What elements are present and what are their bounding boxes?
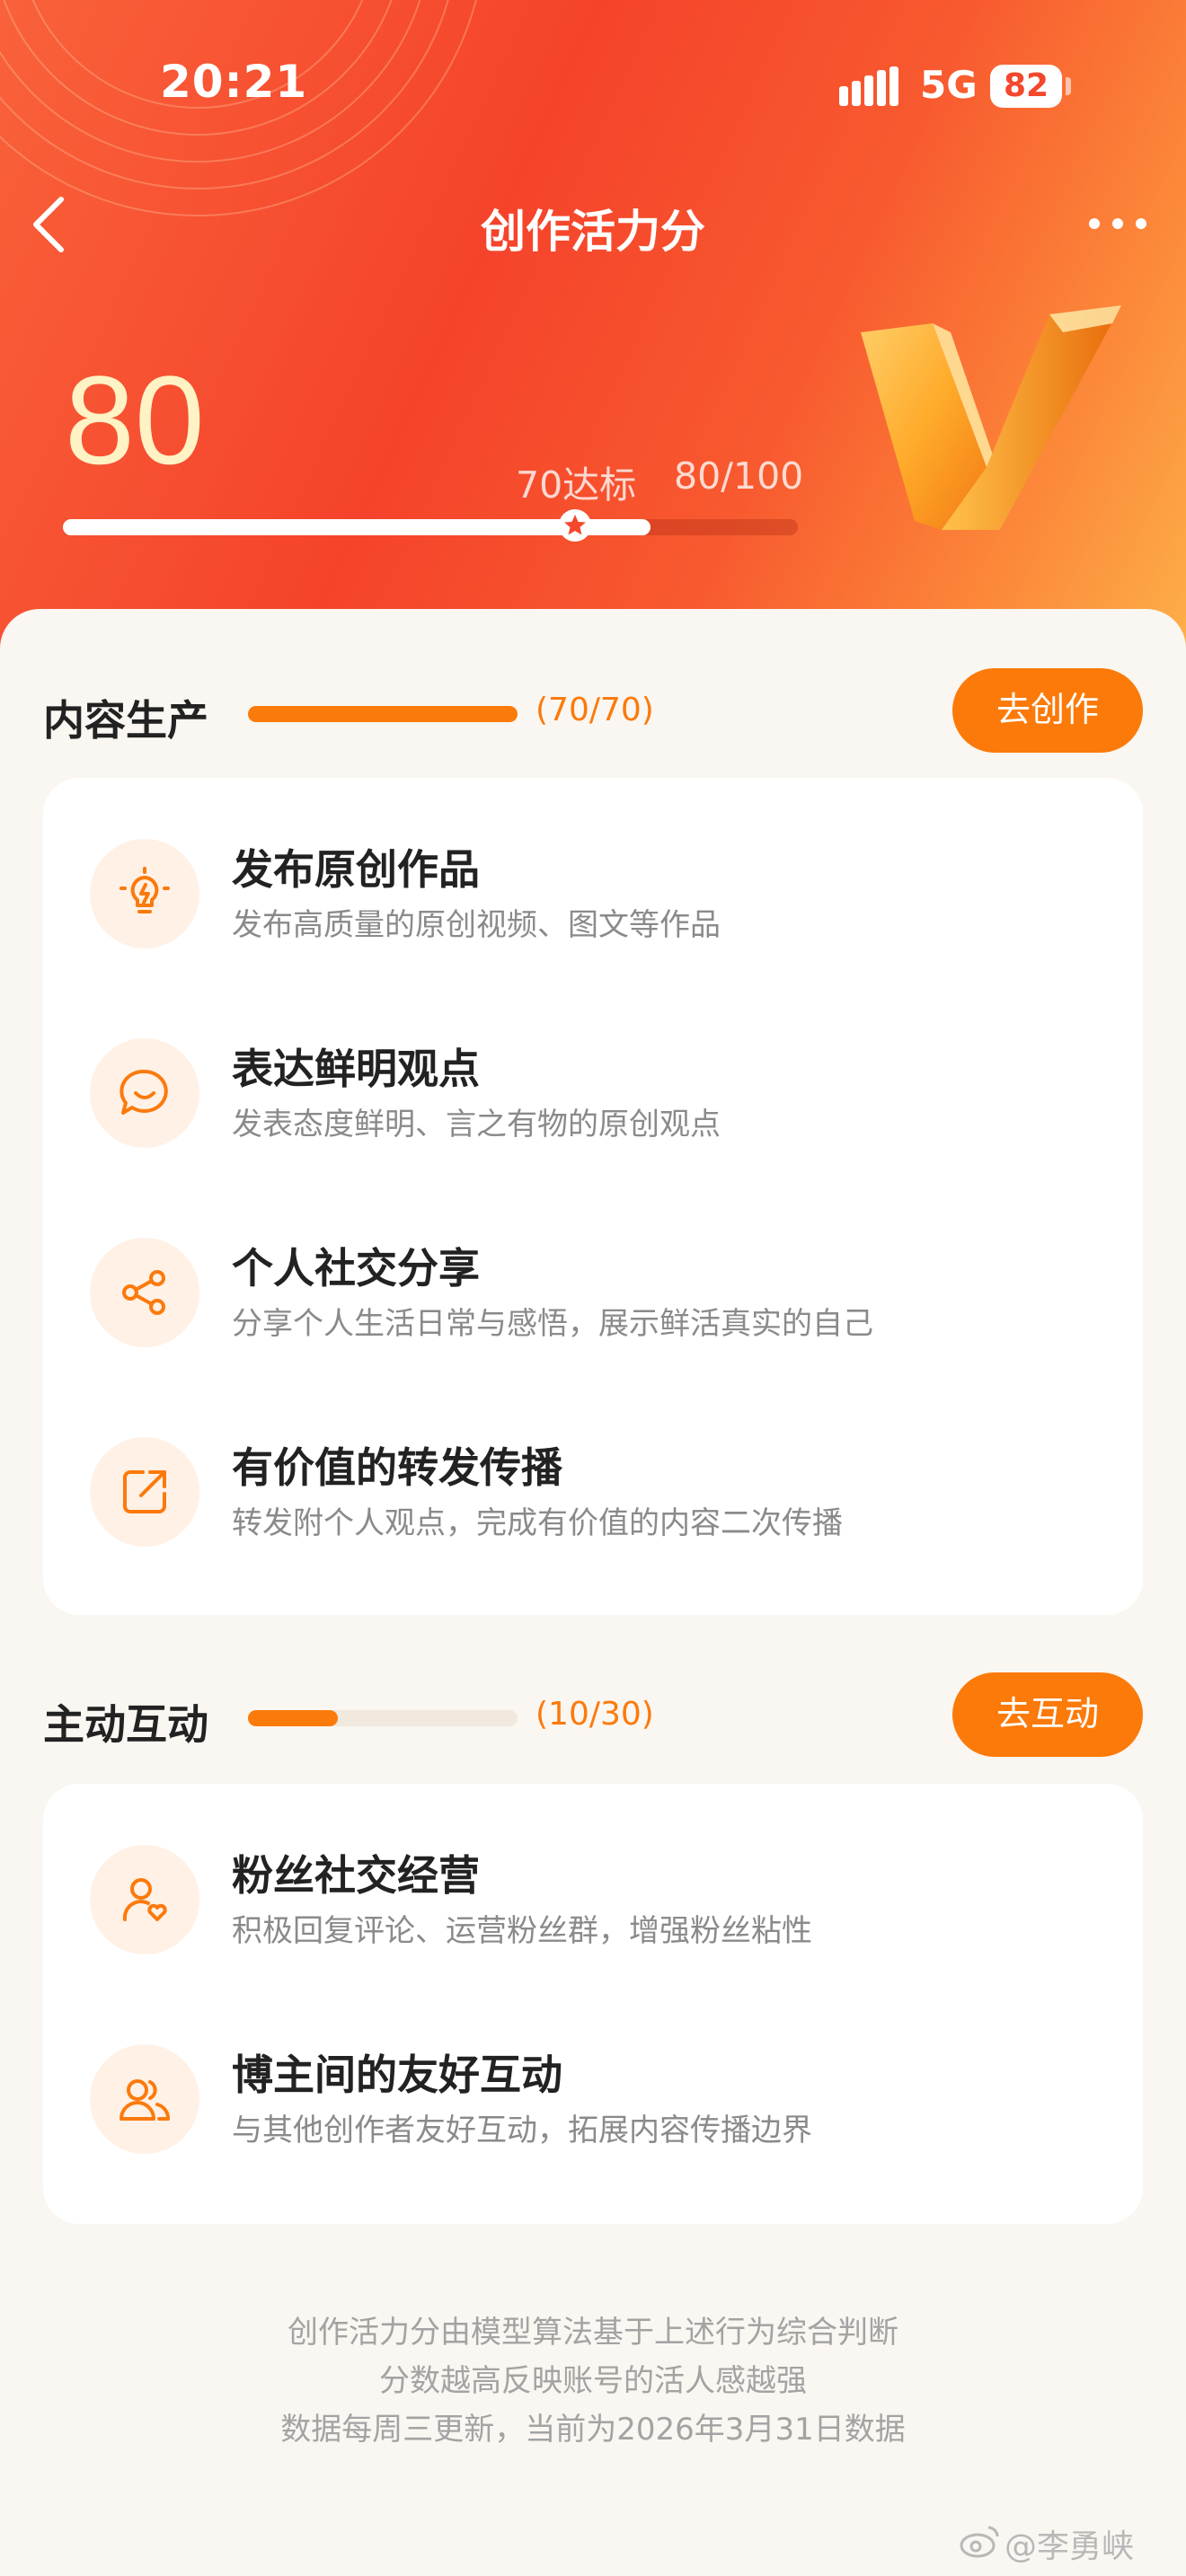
item-title: 发布原创作品 [232, 845, 480, 894]
item-description: 发布高质量的原创视频、图文等作品 [232, 907, 721, 943]
page-title: 创作活力分 [481, 206, 705, 258]
item-title: 博主间的友好互动 [232, 2051, 562, 2099]
item-description: 分享个人生活日常与感悟，展示鲜活真实的自己 [232, 1306, 873, 1342]
section-progress-fill [248, 706, 518, 722]
score-progress-bar [63, 519, 798, 535]
section-count: (70/70) [535, 692, 654, 728]
lightbulb-icon [90, 839, 199, 948]
item-title: 粉丝社交经营 [232, 1851, 480, 1900]
v-badge-icon [861, 305, 1121, 530]
standard-label: 70达标 [516, 463, 637, 507]
item-description: 发表态度鲜明、言之有物的原创观点 [232, 1107, 721, 1142]
section-header-active-interaction: 主动互动 (10/30) 去互动 [43, 1672, 1143, 1759]
footer-note-line-3: 数据每周三更新，当前为2026年3月31日数据 [280, 2412, 906, 2448]
status-time: 20:21 [160, 56, 308, 108]
list-item[interactable]: 个人社交分享 分享个人生活日常与感悟，展示鲜活真实的自己 [43, 1198, 1143, 1360]
weibo-logo-icon [960, 2526, 999, 2558]
item-title: 个人社交分享 [232, 1244, 480, 1292]
list-item[interactable]: 表达鲜明观点 发表态度鲜明、言之有物的原创观点 [43, 999, 1143, 1160]
speech-bubble-icon [90, 1038, 199, 1148]
list-item[interactable]: 有价值的转发传播 转发附个人观点，完成有价值的内容二次传播 [43, 1398, 1143, 1559]
section-progress-bar [248, 1710, 518, 1726]
list-item[interactable]: 博主间的友好互动 与其他创作者友好互动，拓展内容传播边界 [43, 2005, 1143, 2166]
item-description: 积极回复评论、运营粉丝群，增强粉丝粘性 [232, 1913, 812, 1949]
star-icon [559, 509, 591, 542]
battery-indicator: 82 [990, 65, 1062, 108]
list-item[interactable]: 发布原创作品 发布高质量的原创视频、图文等作品 [43, 799, 1143, 961]
user-heart-icon [90, 1845, 199, 1954]
battery-tip [1066, 77, 1071, 95]
item-title: 表达鲜明观点 [232, 1045, 480, 1093]
go-interact-button[interactable]: 去互动 [952, 1672, 1143, 1757]
active-interaction-card: 粉丝社交经营 积极回复评论、运营粉丝群，增强粉丝粘性 博主间的友好互动 与其他创… [43, 1784, 1143, 2224]
footer-note-line-2: 分数越高反映账号的活人感越强 [379, 2363, 807, 2399]
forward-icon [90, 1437, 199, 1547]
content-production-card: 发布原创作品 发布高质量的原创视频、图文等作品 表达鲜明观点 发表态度鲜明、言之… [43, 778, 1143, 1615]
watermark: @李勇峡 [1005, 2528, 1135, 2565]
share-icon [90, 1238, 199, 1347]
go-create-button[interactable]: 去创作 [952, 668, 1143, 753]
more-dots-icon [1089, 218, 1146, 229]
network-type: 5G [920, 63, 978, 107]
section-title: 内容生产 [43, 696, 208, 745]
score-value: 80 [65, 349, 205, 490]
item-title: 有价值的转发传播 [232, 1443, 562, 1492]
item-description: 与其他创作者友好互动，拓展内容传播边界 [232, 2113, 812, 2148]
section-title: 主动互动 [43, 1700, 208, 1749]
section-progress-bar [248, 706, 518, 722]
main-content: 内容生产 (70/70) 去创作 发布原创作品 发布高质量的原创视频、图文等作品 [0, 609, 1186, 2576]
more-button[interactable] [1082, 201, 1154, 246]
footer-note-line-1: 创作活力分由模型算法基于上述行为综合判断 [288, 2315, 898, 2351]
item-description: 转发附个人观点，完成有价值的内容二次传播 [232, 1505, 843, 1541]
status-bar: 20:21 5G 82 [0, 0, 1186, 171]
list-item[interactable]: 粉丝社交经营 积极回复评论、运营粉丝群，增强粉丝粘性 [43, 1805, 1143, 1967]
hero-header: 20:21 5G 82 创作活力分 80 70达标 80/100 [0, 0, 1186, 683]
section-count: (10/30) [535, 1696, 654, 1733]
section-progress-fill [248, 1710, 338, 1726]
section-header-content-production: 内容生产 (70/70) 去创作 [43, 668, 1143, 754]
signal-icon [839, 66, 898, 106]
users-icon [90, 2044, 199, 2154]
score-ratio: 80/100 [674, 454, 804, 498]
